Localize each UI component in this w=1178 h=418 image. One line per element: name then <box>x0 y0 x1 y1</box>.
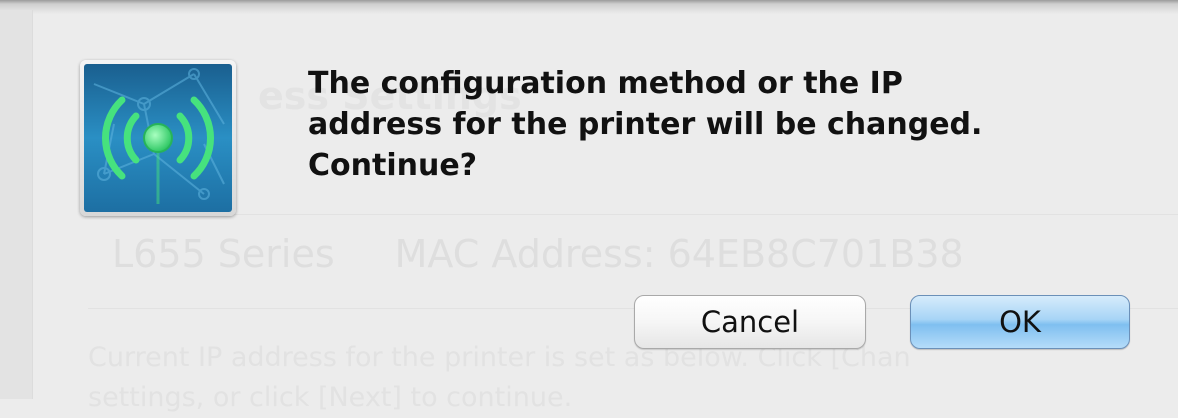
dialog-message-line3: Continue? <box>308 148 478 183</box>
dialog-message-line1: The configuration method or the IP <box>308 66 903 101</box>
background-mac-address: MAC Address: 64EB8C701B38 <box>394 232 964 276</box>
wireless-signal-icon <box>84 64 232 212</box>
ok-button[interactable]: OK <box>910 295 1130 349</box>
background-description-line2: settings, or click [Next] to continue. <box>88 382 573 413</box>
background-sidebar <box>0 10 33 399</box>
cancel-button[interactable]: Cancel <box>634 295 866 349</box>
background-printer-row: L655 Series MAC Address: 64EB8C701B38 <box>112 232 964 276</box>
background-printer-model: L655 Series <box>112 232 335 276</box>
dialog-message: The configuration method or the IP addre… <box>308 63 1108 186</box>
window-shadow <box>0 0 1178 14</box>
background-description: Current IP address for the printer is se… <box>88 338 1178 418</box>
background-divider-top <box>88 214 1178 215</box>
wireless-signal-app-icon <box>80 60 236 216</box>
dialog-message-line2: address for the printer will be changed. <box>308 107 983 142</box>
